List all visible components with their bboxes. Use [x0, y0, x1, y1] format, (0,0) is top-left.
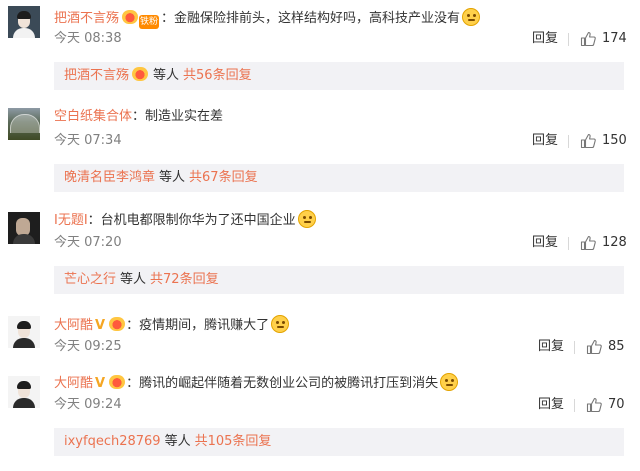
sub-reply-deng: 等人: [120, 272, 147, 287]
comment-text: ：制造业实在差: [132, 109, 224, 124]
comment-time: 今天 07:34: [54, 133, 122, 148]
comment-item: 空白纸集合体：制造业实在差 今天 07:34 回复 150 晚清名臣李鸿章 等人共…: [0, 100, 640, 195]
comment-time: 今天 07:20: [54, 235, 122, 250]
sub-replies-panel[interactable]: 芒心之行 等人 共72条回复: [54, 266, 624, 294]
reply-button[interactable]: 回复: [538, 338, 564, 356]
like-count: 128: [602, 235, 627, 250]
comment-username[interactable]: 把酒不言殇: [54, 11, 119, 26]
verified-v-icon: V: [95, 376, 106, 391]
fan-badge-icon: [122, 10, 139, 24]
sub-reply-deng: 等人: [153, 68, 180, 83]
divider: [568, 237, 569, 250]
sub-reply-count-link[interactable]: 共56条回复: [183, 68, 252, 83]
comment-time: 今天 09:25: [54, 339, 122, 354]
drooling-emoji-icon: [271, 315, 290, 333]
comment-line: 大阿酷 V ：腾讯的崛起伴随着无数创业公司的被腾讯打压到消失: [54, 373, 459, 393]
avatar[interactable]: [8, 212, 40, 244]
avatar[interactable]: [8, 6, 40, 38]
avatar[interactable]: [8, 108, 40, 140]
avatar[interactable]: [8, 376, 40, 408]
comment-text: ：台机电都限制你华为了还中国企业: [87, 213, 296, 228]
comment-username[interactable]: 空白纸集合体: [54, 109, 132, 124]
reply-button[interactable]: 回复: [532, 234, 558, 252]
comment-item: 把酒不言殇 铁粉 ：金融保险排前头，这样结构好吗，高科技产业没有 今天 08:38 …: [0, 0, 640, 95]
divider: [568, 33, 569, 46]
comment-time: 今天 08:38: [54, 31, 122, 46]
avatar[interactable]: [8, 316, 40, 348]
reply-button[interactable]: 回复: [538, 396, 564, 414]
comment-username[interactable]: 大阿酷: [54, 376, 93, 391]
sub-reply-username[interactable]: 芒心之行: [64, 272, 116, 287]
sub-reply-username[interactable]: ixyfqech28769: [64, 434, 161, 449]
comment-item: 大阿酷 V ：疫情期间，腾讯赚大了 今天 09:25 回复 85: [0, 306, 640, 366]
thumbs-up-icon[interactable]: [586, 339, 602, 355]
sub-reply-username[interactable]: 晚清名臣李鸿章: [64, 170, 155, 185]
fan-badge-icon: [132, 67, 149, 81]
divider: [568, 135, 569, 148]
smiley-emoji-icon: [462, 8, 481, 26]
fan-badge-icon: [109, 317, 126, 331]
comment-text: ：疫情期间，腾讯赚大了: [126, 318, 270, 333]
sub-reply-count-link[interactable]: 共105条回复: [195, 434, 272, 449]
comment-item: I无题I：台机电都限制你华为了还中国企业 今天 07:20 回复 128 芒心之…: [0, 202, 640, 297]
sub-reply-deng: 等人: [164, 434, 191, 449]
like-count: 85: [608, 339, 625, 354]
verified-v-icon: V: [95, 318, 106, 333]
comment-item: 大阿酷 V ：腾讯的崛起伴随着无数创业公司的被腾讯打压到消失 今天 09:24 回复…: [0, 366, 640, 466]
thumbs-up-icon[interactable]: [586, 397, 602, 413]
comment-line: 把酒不言殇 铁粉 ：金融保险排前头，这样结构好吗，高科技产业没有: [54, 8, 481, 29]
sub-reply-count-link[interactable]: 共72条回复: [150, 272, 219, 287]
thumbs-up-icon[interactable]: [580, 235, 596, 251]
like-count: 70: [608, 397, 625, 412]
comment-line: 大阿酷 V ：疫情期间，腾讯赚大了: [54, 315, 290, 335]
reply-button[interactable]: 回复: [532, 132, 558, 150]
divider: [574, 341, 575, 354]
crying-emoji-icon: [297, 210, 316, 228]
thumbs-up-icon[interactable]: [580, 133, 596, 149]
comment-text: ：金融保险排前头，这样结构好吗，高科技产业没有: [161, 11, 461, 26]
comment-username[interactable]: I无题I: [54, 213, 88, 228]
sub-reply-deng: 等人: [159, 170, 186, 185]
drooling-emoji-icon: [440, 373, 459, 391]
sub-reply-username[interactable]: 把酒不言殇: [64, 68, 129, 83]
comment-line: I无题I：台机电都限制你华为了还中国企业: [54, 210, 316, 230]
like-count: 174: [602, 31, 627, 46]
sub-replies-panel[interactable]: ixyfqech28769 等人 共105条回复: [54, 428, 624, 456]
sub-replies-panel[interactable]: 晚清名臣李鸿章 等人 共67条回复: [54, 164, 624, 192]
like-count: 150: [602, 133, 627, 148]
sub-reply-count-link[interactable]: 共67条回复: [189, 170, 258, 185]
sub-replies-panel[interactable]: 把酒不言殇 等人 共56条回复: [54, 62, 624, 90]
fan-badge-icon: [109, 375, 126, 389]
thumbs-up-icon[interactable]: [580, 31, 596, 47]
comment-time: 今天 09:24: [54, 397, 122, 412]
comment-line: 空白纸集合体：制造业实在差: [54, 108, 223, 126]
vip-badge: 铁粉: [139, 15, 160, 29]
comment-username[interactable]: 大阿酷: [54, 318, 93, 333]
reply-button[interactable]: 回复: [532, 30, 558, 48]
comment-text: ：腾讯的崛起伴随着无数创业公司的被腾讯打压到消失: [126, 376, 439, 391]
divider: [574, 399, 575, 412]
